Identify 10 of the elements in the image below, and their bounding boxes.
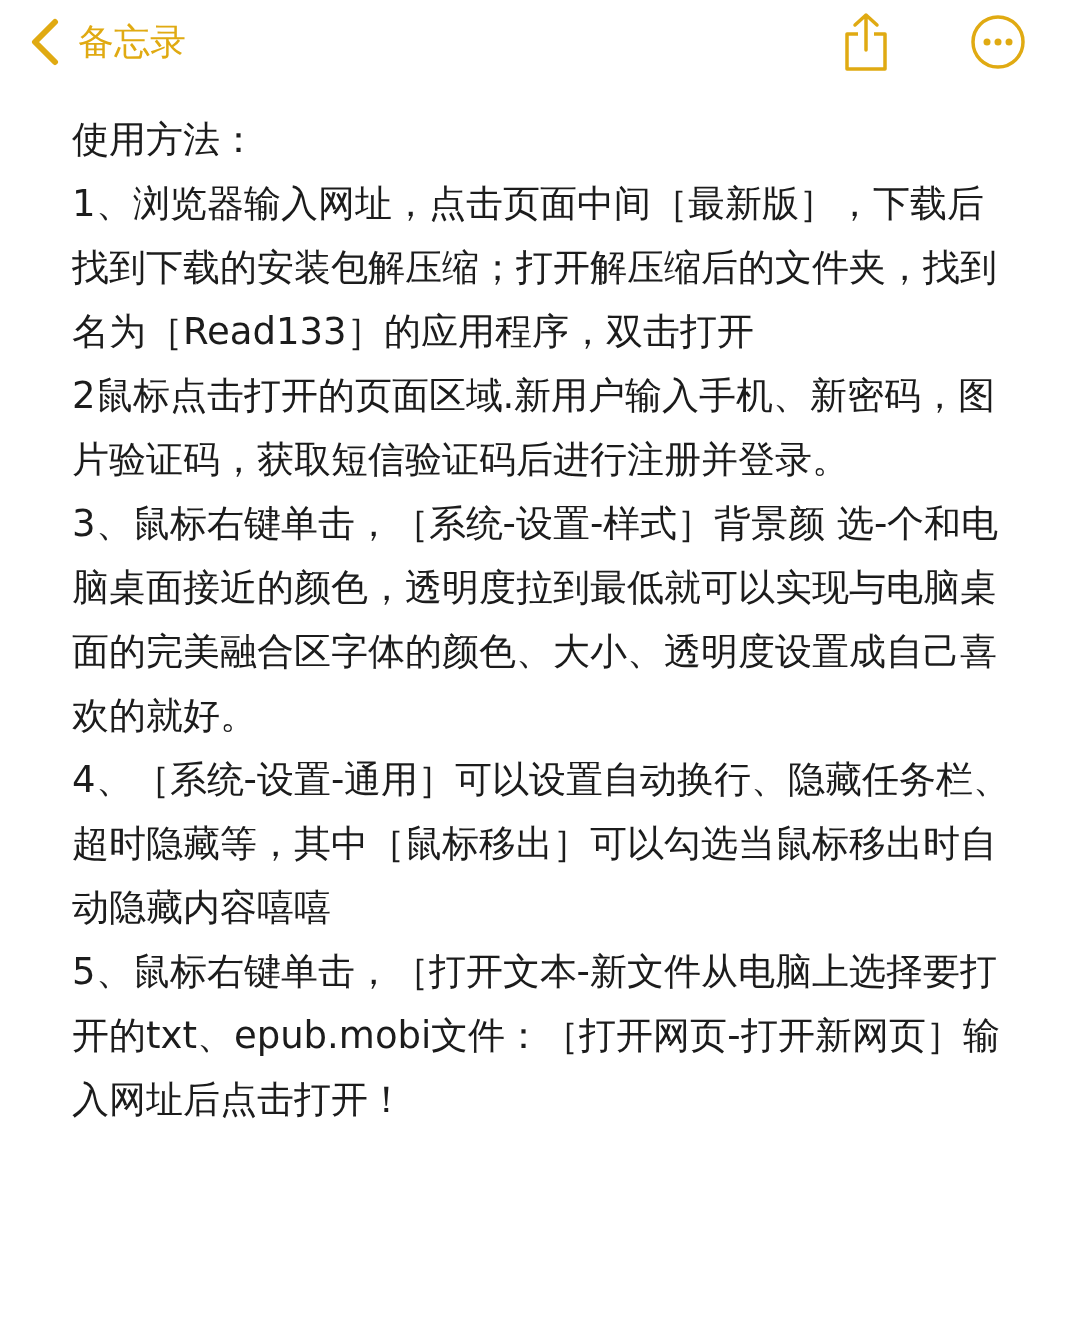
back-button[interactable]: 备忘录: [30, 15, 186, 69]
more-icon[interactable]: [970, 14, 1026, 70]
note-paragraph: 1、浏览器输入网址，点击页面中间［最新版］，下载后找到下载的安装包解压缩；打开解压缩后的文件夹，找到名为［Read133］的应用程序，双击打开: [72, 181, 998, 355]
share-icon[interactable]: [842, 12, 890, 72]
back-chevron-icon: [30, 18, 60, 66]
note-paragraph: 4、［系统-设置-通用］可以设置自动换行、隐藏任务栏、超时隐藏等，其中［鼠标移出］可以勾选当鼠标移出时自动隐藏内容嘻嘻: [72, 757, 1012, 931]
note-paragraph: 5、鼠标右键单击，［打开文本-新文件从电脑上选择要打开的txt、epub.mobi文件：［打开网页-打开新网页］输入网址后点击打开！: [72, 949, 1001, 1123]
note-paragraph: 2鼠标点击打开的页面区域.新用户输入手机、新密码，图片验证码，获取短信验证码后进行注册并登录。: [72, 373, 997, 483]
note-paragraph: 使用方法：: [72, 117, 258, 163]
note-paragraph: 3、鼠标右键单击，［系统-设置-样式］背景颜 选-个和电脑桌面接近的颜色，透明度拉到最低就可以实现与电脑桌面的完美融合区字体的颜色、大小、透明度设置成自己喜欢的就好。: [72, 501, 1000, 739]
